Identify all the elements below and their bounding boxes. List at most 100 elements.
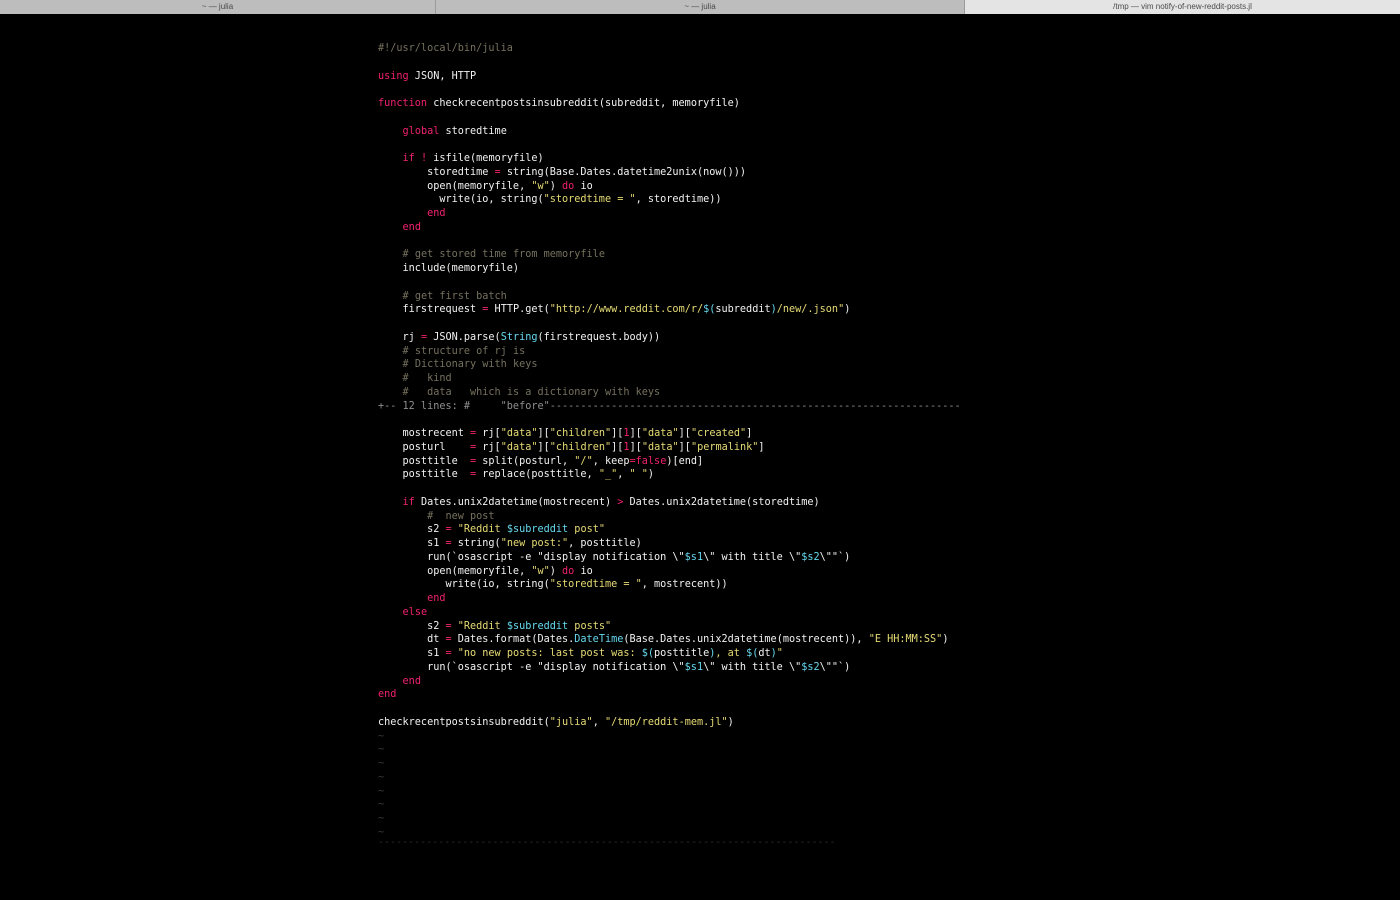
tab-julia-2[interactable]: ~ — julia <box>436 0 965 14</box>
code-line[interactable] <box>378 276 1038 290</box>
code-line[interactable]: # data which is a dictionary with keys <box>378 386 1038 400</box>
code-line[interactable]: # Dictionary with keys <box>378 358 1038 372</box>
code-line[interactable]: posturl = rj["data"]["children"][1]["dat… <box>378 441 1038 455</box>
tab-vim-active[interactable]: /tmp — vim notify-of-new-reddit-posts.jl <box>965 0 1400 14</box>
code-token: $s2 <box>801 661 820 673</box>
code-token: "Reddit <box>457 524 507 536</box>
code-token: open(memoryfile, <box>378 180 532 192</box>
code-line[interactable]: ~ <box>378 730 1038 744</box>
code-token: dt <box>758 648 771 659</box>
code-token: " " <box>629 469 648 481</box>
code-line[interactable] <box>378 83 1038 97</box>
code-line[interactable]: end <box>378 221 1038 235</box>
code-line[interactable]: storedtime = string(Base.Dates.datetime2… <box>378 166 1038 180</box>
code-line[interactable]: posttitle = replace(posttitle, "_", " ") <box>378 468 1038 482</box>
code-token: "_" <box>598 469 618 481</box>
code-token: ][ <box>537 441 550 453</box>
code-line[interactable]: end <box>378 675 1038 689</box>
code-line[interactable]: s2 = "Reddit $subreddit post" <box>378 523 1038 537</box>
code-token: ][ <box>611 428 624 439</box>
vim-editor-buffer[interactable]: #!/usr/local/bin/julia using JSON, HTTP fu… <box>378 42 1038 840</box>
code-token: s1 <box>378 538 446 549</box>
code-token: (Base.Dates.unix2datetime(mostrecent)), <box>623 634 869 646</box>
code-line[interactable]: run(`osascript -e "display notification … <box>378 661 1038 675</box>
code-line[interactable] <box>378 138 1038 152</box>
code-line[interactable]: ~ <box>378 798 1038 812</box>
code-line[interactable]: function checkrecentpostsinsubreddit(sub… <box>378 97 1038 111</box>
code-token: "permalink" <box>690 441 759 453</box>
code-line[interactable]: include(memoryfile) <box>378 262 1038 276</box>
code-line[interactable]: +-- 12 lines: # "before"----------------… <box>378 400 1038 414</box>
code-line[interactable]: if Dates.unix2datetime(mostrecent) > Dat… <box>378 496 1038 510</box>
code-token: end <box>427 208 446 219</box>
code-token: "/" <box>574 455 593 467</box>
code-line[interactable]: if ! isfile(memoryfile) <box>378 152 1038 166</box>
code-line[interactable]: dt = Dates.format(Dates.DateTime(Base.Da… <box>378 633 1038 647</box>
tab-julia-1[interactable]: ~ — julia <box>0 0 436 14</box>
code-token: \""`) <box>819 661 851 673</box>
code-line[interactable]: end <box>378 207 1038 221</box>
code-token: $subreddit <box>506 524 569 536</box>
code-token: # kind <box>402 373 452 384</box>
code-line[interactable] <box>378 413 1038 427</box>
code-token: storedtime <box>439 125 507 137</box>
code-line[interactable]: ~ <box>378 771 1038 785</box>
code-line[interactable]: end <box>378 592 1038 606</box>
code-line[interactable] <box>378 702 1038 716</box>
code-line[interactable] <box>378 111 1038 125</box>
code-token: function <box>378 98 428 109</box>
code-line[interactable]: end <box>378 688 1038 702</box>
code-token: String <box>500 331 538 343</box>
code-line[interactable]: # get first batch <box>378 290 1038 304</box>
code-token: HTTP.get( <box>488 304 550 316</box>
code-line[interactable]: #!/usr/local/bin/julia <box>378 42 1038 56</box>
code-line[interactable]: rj = JSON.parse(String(firstrequest.body… <box>378 331 1038 345</box>
code-line[interactable]: ~ <box>378 743 1038 757</box>
code-token: ) <box>844 304 851 316</box>
code-token: \" with title \" <box>703 661 802 673</box>
code-token: $subreddit <box>506 620 569 632</box>
code-line[interactable]: # new post <box>378 510 1038 524</box>
code-token: split(posturl, <box>476 455 575 467</box>
code-token: # data which is a dictionary with keys <box>402 386 661 398</box>
code-token: ] <box>758 441 765 453</box>
code-token: # get stored time from memoryfile <box>402 249 605 261</box>
code-line[interactable] <box>378 235 1038 249</box>
code-line[interactable]: # structure of rj is <box>378 345 1038 359</box>
code-line[interactable]: s1 = string("new post:", posttitle) <box>378 537 1038 551</box>
code-line[interactable]: ~ <box>378 785 1038 799</box>
code-line[interactable]: s1 = "no new posts: last post was: $(pos… <box>378 647 1038 661</box>
code-token: , <box>592 716 605 728</box>
code-line[interactable]: s2 = "Reddit $subreddit posts" <box>378 620 1038 634</box>
code-token: "new post:" <box>500 538 569 549</box>
code-line[interactable]: ~ <box>378 757 1038 771</box>
code-line[interactable]: posttitle = split(posturl, "/", keep=fal… <box>378 455 1038 469</box>
code-line[interactable]: ~ <box>378 812 1038 826</box>
code-line[interactable]: open(memoryfile, "w") do io <box>378 180 1038 194</box>
code-line[interactable]: checkrecentpostsinsubreddit("julia", "/t… <box>378 716 1038 730</box>
code-line[interactable]: else <box>378 606 1038 620</box>
code-line[interactable]: run(`osascript -e "display notification … <box>378 551 1038 565</box>
code-line[interactable]: write(io, string("storedtime = ", stored… <box>378 193 1038 207</box>
code-line[interactable]: mostrecent = rj["data"]["children"][1]["… <box>378 427 1038 441</box>
code-token: Dates.format(Dates. <box>451 634 575 646</box>
code-line[interactable] <box>378 482 1038 496</box>
code-line[interactable] <box>378 317 1038 331</box>
code-line[interactable]: global storedtime <box>378 125 1038 139</box>
code-token: ~ <box>378 785 385 797</box>
code-line[interactable]: # kind <box>378 372 1038 386</box>
code-line[interactable]: write(io, string("storedtime = ", mostre… <box>378 578 1038 592</box>
code-line[interactable]: firstrequest = HTTP.get("http://www.redd… <box>378 303 1038 317</box>
code-token: checkrecentpostsinsubreddit( <box>378 716 550 728</box>
code-token: , at <box>715 648 747 659</box>
code-line[interactable] <box>378 56 1038 70</box>
code-line[interactable]: # get stored time from memoryfile <box>378 248 1038 262</box>
code-line[interactable]: using JSON, HTTP <box>378 70 1038 84</box>
code-line[interactable]: open(memoryfile, "w") do io <box>378 565 1038 579</box>
